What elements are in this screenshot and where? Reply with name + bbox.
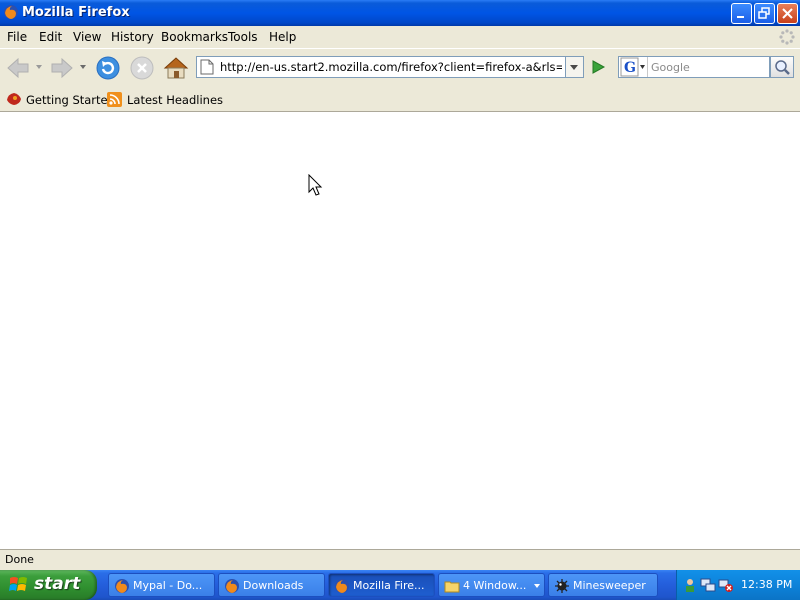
taskbar-item-minesweeper[interactable]: Minesweeper <box>548 573 658 597</box>
reload-icon[interactable] <box>94 54 122 82</box>
go-arrow-icon[interactable] <box>588 56 608 78</box>
window-title: Mozilla Firefox <box>22 5 130 20</box>
menu-view[interactable]: View <box>73 30 101 44</box>
firefox-icon <box>4 5 18 19</box>
search-button[interactable] <box>770 56 794 78</box>
mouse-cursor-icon <box>308 174 323 196</box>
taskbar-item-downloads[interactable]: Downloads <box>218 573 325 597</box>
menu-bar: File Edit View History Bookmarks Tools H… <box>0 26 800 48</box>
user-tray-icon[interactable] <box>682 577 698 593</box>
network-tray-icon[interactable] <box>700 577 716 593</box>
home-icon[interactable] <box>162 54 190 82</box>
url-dropdown-button[interactable] <box>566 56 584 78</box>
page-icon <box>200 59 214 75</box>
menu-file[interactable]: File <box>7 30 27 44</box>
bookmarks-toolbar: Getting Started Latest Headlines <box>0 86 800 112</box>
clock: 12:38 PM <box>741 578 793 591</box>
task-label: Downloads <box>243 579 304 592</box>
task-label: Mypal - Do... <box>133 579 203 592</box>
mine-icon <box>555 579 569 593</box>
windows-logo-icon <box>9 577 27 591</box>
menu-tools[interactable]: Tools <box>228 30 258 44</box>
firefox-icon <box>225 579 239 593</box>
svg-text:G: G <box>624 60 636 76</box>
menu-edit[interactable]: Edit <box>39 30 62 44</box>
firefox-icon <box>115 579 129 593</box>
task-label: Minesweeper <box>573 579 646 592</box>
google-g-icon: G <box>620 57 645 77</box>
taskbar-item-mypal[interactable]: Mypal - Do... <box>108 573 215 597</box>
bookmark-label: Getting Started <box>26 93 115 107</box>
taskbar-item-mozilla-firefox[interactable]: Mozilla Fire... <box>328 573 435 597</box>
menu-history[interactable]: History <box>111 30 154 44</box>
menu-bookmarks[interactable]: Bookmarks <box>161 30 228 44</box>
close-button[interactable] <box>777 3 798 24</box>
magnifier-icon <box>775 60 790 75</box>
stop-icon[interactable] <box>128 54 156 82</box>
url-text[interactable]: http://en-us.start2.mozilla.com/firefox?… <box>220 60 562 74</box>
page-content[interactable] <box>0 112 800 549</box>
back-arrow-icon[interactable] <box>4 54 32 82</box>
bookmark-label: Latest Headlines <box>127 93 224 107</box>
forward-arrow-icon[interactable] <box>48 54 76 82</box>
restore-button[interactable] <box>754 3 775 24</box>
network-disconnected-icon[interactable] <box>718 577 734 593</box>
firefox-bookmark-icon <box>7 93 21 105</box>
task-label: Mozilla Fire... <box>353 579 425 592</box>
group-dropdown-icon <box>534 584 540 588</box>
throbber-icon <box>779 29 795 45</box>
start-label: start <box>34 574 81 594</box>
minimize-button[interactable] <box>731 3 752 24</box>
close-icon <box>782 8 793 19</box>
status-bar <box>0 549 800 570</box>
minimize-icon <box>737 16 744 18</box>
back-dropdown-icon[interactable] <box>34 62 44 72</box>
search-engine-button[interactable]: G <box>619 57 648 77</box>
taskbar-item-windows-group[interactable]: 4 Window... <box>438 573 545 597</box>
task-label: 4 Window... <box>463 579 527 592</box>
folder-icon <box>444 581 460 593</box>
search-placeholder[interactable]: Google <box>651 61 690 74</box>
firefox-icon <box>335 579 349 593</box>
forward-dropdown-icon[interactable] <box>78 62 88 72</box>
chevron-down-icon <box>570 65 578 70</box>
restore-icon <box>758 7 770 19</box>
status-text: Done <box>5 553 34 566</box>
menu-help[interactable]: Help <box>269 30 296 44</box>
rss-feed-icon <box>107 92 122 107</box>
